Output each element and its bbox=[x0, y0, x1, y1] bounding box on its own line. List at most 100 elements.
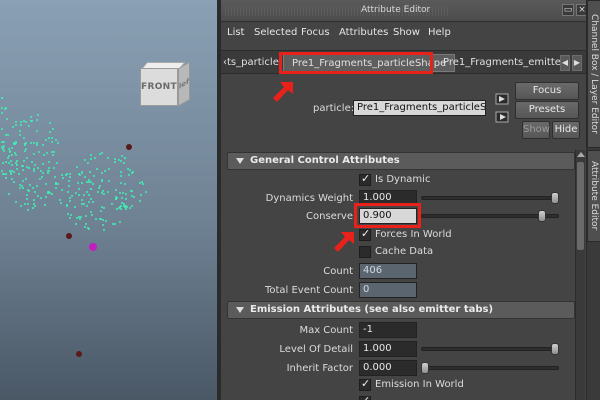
viewport-3d[interactable]: FRONT lef bbox=[0, 0, 217, 400]
particle-dot bbox=[133, 195, 136, 198]
particle-marker bbox=[76, 351, 82, 357]
particle-dot bbox=[85, 205, 88, 208]
particle-dot bbox=[32, 206, 34, 209]
particle-dot bbox=[14, 141, 17, 144]
dynamics-weight-field[interactable]: 1.000 bbox=[359, 190, 417, 206]
particle-dot bbox=[23, 160, 26, 163]
particle-dot bbox=[33, 153, 35, 156]
particle-dot bbox=[131, 171, 134, 174]
conserve-slider-handle[interactable] bbox=[538, 210, 546, 222]
menu-focus[interactable]: Focus bbox=[301, 27, 330, 38]
tab-channel-box[interactable]: Channel Box / Layer Editor bbox=[587, 0, 600, 148]
view-cube-side-face[interactable]: lef bbox=[178, 61, 190, 107]
particle-dot bbox=[125, 197, 128, 200]
hide-button[interactable]: Hide bbox=[552, 121, 580, 139]
view-cube-front-face[interactable]: FRONT bbox=[140, 68, 178, 106]
particle-dot bbox=[87, 194, 90, 197]
particle-dot bbox=[9, 150, 12, 153]
inherit-factor-slider[interactable] bbox=[421, 366, 559, 370]
cache-data-checkbox[interactable] bbox=[359, 246, 371, 258]
tab-emitter[interactable]: Pre1_Fragments_emitter bbox=[435, 54, 573, 72]
maya-window: FRONT lef Attribute Editor ▭ × List Sele… bbox=[0, 0, 600, 400]
particle-dot bbox=[24, 141, 27, 144]
load-node-icon[interactable] bbox=[495, 93, 509, 105]
particle-dot bbox=[89, 210, 92, 213]
particle-dot bbox=[121, 155, 124, 158]
float-button[interactable]: ▭ bbox=[562, 4, 574, 16]
particle-dot bbox=[107, 167, 110, 170]
particle-dot bbox=[55, 186, 58, 189]
section-title: Emission Attributes (see also emitter ta… bbox=[250, 304, 494, 315]
scroll-up-icon[interactable] bbox=[577, 152, 585, 157]
particle-dot bbox=[84, 215, 87, 218]
conserve-field[interactable]: 0.900 bbox=[359, 208, 417, 224]
tab-scroll-right-icon[interactable]: ▶ bbox=[572, 55, 582, 71]
particle-dot bbox=[113, 223, 116, 226]
particle-dot bbox=[12, 125, 14, 128]
level-of-detail-slider[interactable] bbox=[421, 347, 559, 351]
tab-attribute-editor-side[interactable]: Attribute Editor bbox=[587, 150, 600, 242]
view-cube[interactable]: FRONT lef bbox=[140, 61, 192, 108]
particle-dot bbox=[36, 144, 39, 147]
particle-dot bbox=[114, 157, 117, 160]
inherit-factor-field[interactable]: 0.000 bbox=[359, 360, 417, 376]
is-dynamic-label: Is Dynamic bbox=[375, 174, 431, 185]
menu-list[interactable]: List bbox=[227, 27, 244, 38]
particle-dot bbox=[6, 133, 9, 136]
particle-dot bbox=[52, 167, 55, 170]
particle-dot bbox=[91, 213, 94, 216]
dynamics-weight-slider[interactable] bbox=[421, 196, 559, 200]
particle-dot bbox=[139, 193, 142, 196]
particle-dot bbox=[74, 222, 77, 225]
partial-checkbox[interactable] bbox=[359, 394, 371, 400]
section-emission[interactable]: Emission Attributes (see also emitter ta… bbox=[227, 301, 575, 319]
particle-dot bbox=[89, 158, 92, 160]
particle-dot bbox=[15, 164, 18, 167]
particle-dot bbox=[20, 204, 23, 207]
presets-button[interactable]: Presets bbox=[515, 101, 579, 119]
tab-scroll-left-icon[interactable]: ◀ bbox=[560, 55, 570, 71]
particle-dot bbox=[66, 212, 69, 215]
particle-dot bbox=[18, 173, 21, 176]
editor-scrollbar[interactable] bbox=[575, 150, 585, 400]
particle-dot bbox=[30, 161, 33, 164]
particle-dot bbox=[60, 201, 63, 204]
copy-tab-icon[interactable] bbox=[495, 111, 509, 123]
level-of-detail-field[interactable]: 1.000 bbox=[359, 341, 417, 357]
is-dynamic-checkbox[interactable] bbox=[359, 172, 371, 186]
forces-in-world-checkbox[interactable] bbox=[359, 227, 371, 241]
particle-name-field[interactable]: Pre1_Fragments_particleShape bbox=[353, 100, 486, 116]
dynamics-weight-slider-handle[interactable] bbox=[551, 192, 559, 204]
emission-in-world-checkbox[interactable] bbox=[359, 377, 371, 391]
inherit-factor-slider-handle[interactable] bbox=[421, 362, 429, 374]
particle-dot bbox=[101, 178, 104, 181]
particle-dot bbox=[10, 159, 12, 162]
particle-dot bbox=[14, 124, 17, 127]
level-of-detail-slider-handle[interactable] bbox=[551, 343, 559, 355]
total-event-count-label: Total Event Count bbox=[264, 285, 353, 296]
menu-attributes[interactable]: Attributes bbox=[339, 27, 388, 38]
menu-show[interactable]: Show bbox=[393, 27, 420, 38]
particle-dot bbox=[119, 221, 122, 224]
particle-dot bbox=[1, 161, 4, 164]
particle-dot bbox=[119, 171, 122, 173]
editor-titlebar[interactable]: Attribute Editor ▭ × bbox=[221, 0, 588, 22]
collapse-arrow-icon bbox=[236, 158, 244, 164]
tab-particle-shape[interactable]: Pre1_Fragments_particleShape bbox=[283, 54, 456, 72]
particle-dot bbox=[76, 165, 79, 168]
particle-dot bbox=[90, 187, 92, 190]
focus-button[interactable]: Focus bbox=[515, 82, 579, 100]
particle-dot bbox=[81, 182, 84, 185]
show-button[interactable]: Show bbox=[522, 121, 550, 139]
menu-selected[interactable]: Selected bbox=[254, 27, 297, 38]
particle-dot bbox=[41, 176, 44, 179]
particle-dot bbox=[77, 215, 80, 218]
particle-dot bbox=[3, 149, 6, 152]
particle-dot bbox=[73, 206, 76, 209]
particle-dot bbox=[7, 156, 10, 159]
menu-help[interactable]: Help bbox=[428, 27, 451, 38]
max-count-field[interactable]: -1 bbox=[359, 322, 417, 338]
section-general-control[interactable]: General Control Attributes bbox=[227, 152, 575, 170]
scrollbar-thumb[interactable] bbox=[577, 162, 584, 250]
tab-particle[interactable]: ‹ts_particle bbox=[215, 54, 287, 72]
